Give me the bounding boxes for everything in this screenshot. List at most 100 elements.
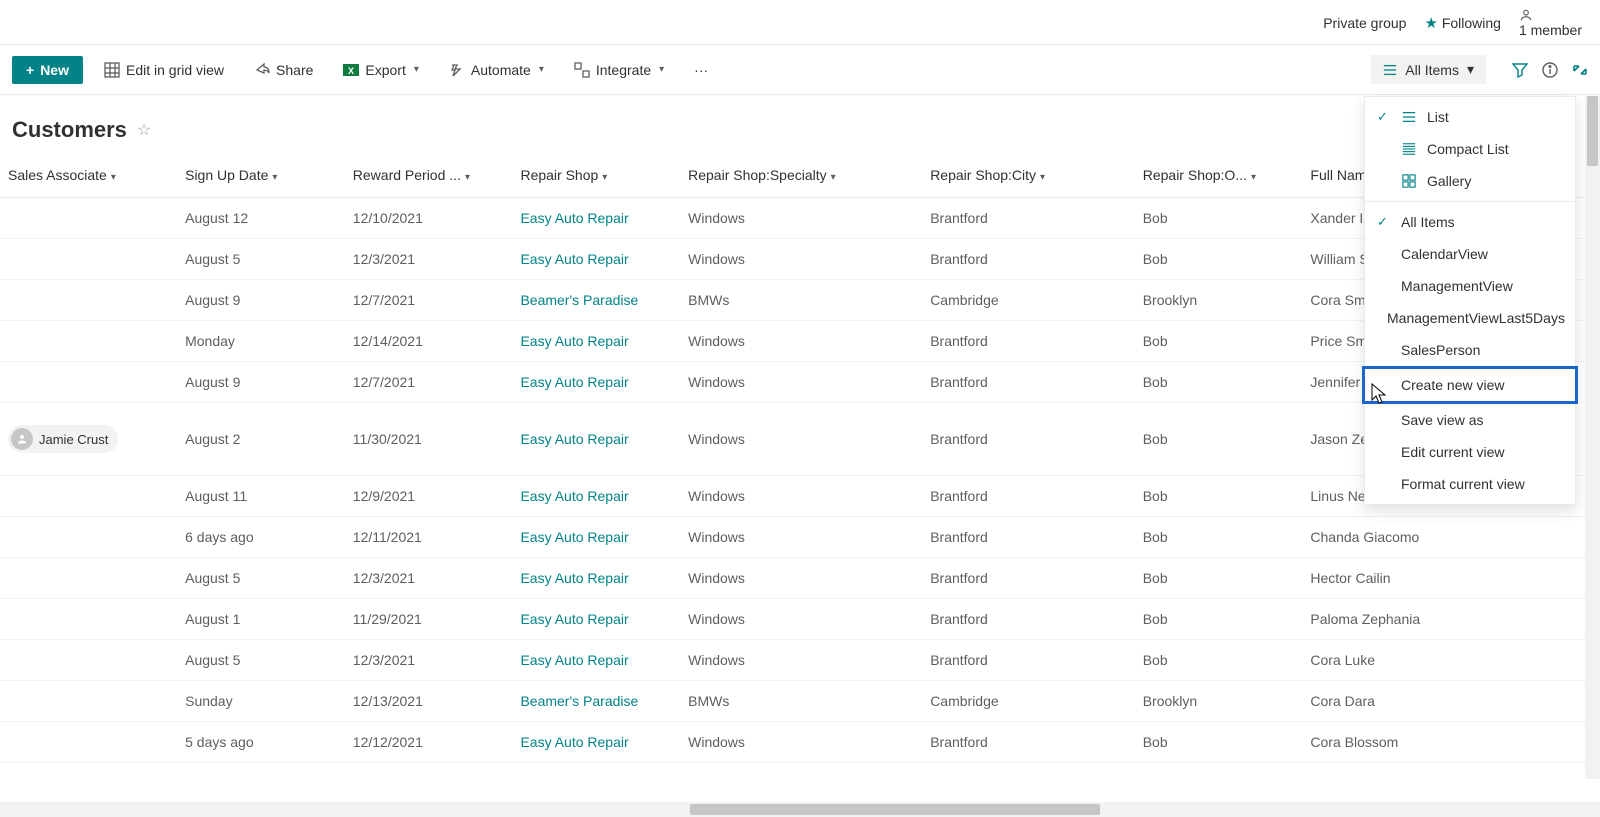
cell-reward: 11/29/2021	[345, 599, 513, 640]
cell-reward: 12/9/2021	[345, 476, 513, 517]
command-bar: + New Edit in grid view Share X Export ▾…	[0, 45, 1600, 95]
cell-sales-associate	[0, 198, 177, 239]
cell-sales-associate	[0, 517, 177, 558]
cell-sign-up: Monday	[177, 321, 345, 362]
cell-full-name: Chanda Giacomo	[1302, 517, 1470, 558]
view-selector[interactable]: All Items ▾	[1371, 55, 1486, 84]
scrollbar-thumb[interactable]	[1587, 96, 1598, 166]
view-option-list[interactable]: ✓ List	[1365, 101, 1575, 133]
automate-button[interactable]: Automate ▾	[440, 56, 553, 84]
new-button[interactable]: + New	[12, 56, 83, 84]
svg-text:X: X	[348, 66, 354, 76]
col-reward[interactable]: Reward Period ...▾	[345, 157, 513, 198]
cell-reward: 12/7/2021	[345, 362, 513, 403]
members-button[interactable]: 1 member	[1519, 8, 1582, 38]
export-button[interactable]: X Export ▾	[334, 56, 428, 84]
info-button[interactable]	[1542, 62, 1558, 78]
chevron-down-icon: ▾	[465, 172, 470, 183]
cell-city: Brantford	[922, 321, 1135, 362]
col-sign-up[interactable]: Sign Up Date▾	[177, 157, 345, 198]
cell-sales-associate	[0, 681, 177, 722]
cell-specialty: Windows	[680, 239, 922, 280]
cell-shop: Easy Auto Repair	[512, 239, 680, 280]
view-label: All Items	[1401, 214, 1455, 230]
cell-sales-associate	[0, 722, 177, 763]
page-title: Customers	[12, 117, 127, 143]
format-current-view[interactable]: Format current view	[1365, 468, 1575, 500]
cell-specialty: Windows	[680, 640, 922, 681]
cell-sign-up: August 12	[177, 198, 345, 239]
gallery-icon	[1401, 174, 1417, 188]
privacy-label: Private group	[1323, 15, 1406, 31]
cell-sales-associate	[0, 476, 177, 517]
expand-button[interactable]	[1572, 62, 1588, 78]
cell-full-name: Hector Cailin	[1302, 558, 1470, 599]
chevron-down-icon: ▾	[659, 64, 664, 75]
table-row[interactable]: August 1112/9/2021Easy Auto RepairWindow…	[0, 476, 1600, 517]
cell-reward: 12/11/2021	[345, 517, 513, 558]
check-icon: ✓	[1377, 109, 1391, 125]
filter-button[interactable]	[1512, 62, 1528, 78]
cell-sign-up: August 2	[177, 403, 345, 476]
vertical-scrollbar[interactable]	[1585, 96, 1600, 779]
chevron-down-icon: ▾	[539, 64, 544, 75]
create-new-view[interactable]: Create new view	[1362, 366, 1578, 404]
cell-shop: Easy Auto Repair	[512, 640, 680, 681]
edit-current-view[interactable]: Edit current view	[1365, 436, 1575, 468]
cell-owner: Bob	[1135, 722, 1303, 763]
list-lines-icon	[1383, 63, 1397, 77]
horizontal-scrollbar[interactable]	[0, 802, 1600, 817]
integrate-button[interactable]: Integrate ▾	[565, 56, 673, 84]
table-row[interactable]: August 912/7/2021Easy Auto RepairWindows…	[0, 362, 1600, 403]
cell-sign-up: 6 days ago	[177, 517, 345, 558]
cell-full-name: Cora Luke	[1302, 640, 1470, 681]
cell-sign-up: August 5	[177, 558, 345, 599]
view-salesperson[interactable]: SalesPerson	[1365, 334, 1575, 366]
table-row[interactable]: August 512/3/2021Easy Auto RepairWindows…	[0, 640, 1600, 681]
view-dropdown-menu: ✓ List Compact List Gallery ✓ All Items …	[1364, 96, 1576, 505]
compact-list-icon	[1401, 142, 1417, 156]
cell-shop: Beamer's Paradise	[512, 280, 680, 321]
view-management-5days[interactable]: ManagementViewLast5Days	[1365, 302, 1575, 334]
cell-full-name: Paloma Zephania	[1302, 599, 1470, 640]
view-option-compact[interactable]: Compact List	[1365, 133, 1575, 165]
table-row[interactable]: August 1212/10/2021Easy Auto RepairWindo…	[0, 198, 1600, 239]
following-button[interactable]: ★ Following	[1424, 14, 1500, 32]
table-row[interactable]: Monday12/14/2021Easy Auto RepairWindowsB…	[0, 321, 1600, 362]
cell-owner: Bob	[1135, 599, 1303, 640]
view-management[interactable]: ManagementView	[1365, 270, 1575, 302]
table-row[interactable]: August 111/29/2021Easy Auto RepairWindow…	[0, 599, 1600, 640]
col-owner[interactable]: Repair Shop:O...▾	[1135, 157, 1303, 198]
col-specialty[interactable]: Repair Shop:Specialty▾	[680, 157, 922, 198]
cell-owner: Brooklyn	[1135, 681, 1303, 722]
table-row[interactable]: Jamie CrustAugust 211/30/2021Easy Auto R…	[0, 403, 1600, 476]
edit-grid-button[interactable]: Edit in grid view	[95, 56, 233, 84]
table-row[interactable]: August 512/3/2021Easy Auto RepairWindows…	[0, 239, 1600, 280]
cell-sales-associate	[0, 640, 177, 681]
table-row[interactable]: Sunday12/13/2021Beamer's ParadiseBMWsCam…	[0, 681, 1600, 722]
table-row[interactable]: August 512/3/2021Easy Auto RepairWindows…	[0, 558, 1600, 599]
cell-shop: Easy Auto Repair	[512, 198, 680, 239]
table-row[interactable]: August 912/7/2021Beamer's ParadiseBMWsCa…	[0, 280, 1600, 321]
cell-sales-associate	[0, 362, 177, 403]
cell-sign-up: Sunday	[177, 681, 345, 722]
view-calendar[interactable]: CalendarView	[1365, 238, 1575, 270]
table-row[interactable]: 6 days ago12/11/2021Easy Auto RepairWind…	[0, 517, 1600, 558]
table-row[interactable]: 5 days ago12/12/2021Easy Auto RepairWind…	[0, 722, 1600, 763]
view-all-items[interactable]: ✓ All Items	[1365, 206, 1575, 238]
cell-owner: Bob	[1135, 640, 1303, 681]
cell-shop: Easy Auto Repair	[512, 476, 680, 517]
person-chip[interactable]: Jamie Crust	[8, 425, 118, 453]
view-option-gallery[interactable]: Gallery	[1365, 165, 1575, 197]
share-button[interactable]: Share	[245, 56, 322, 84]
save-view-as[interactable]: Save view as	[1365, 404, 1575, 436]
scrollbar-thumb[interactable]	[690, 804, 1100, 815]
col-city[interactable]: Repair Shop:City▾	[922, 157, 1135, 198]
favorite-star-icon[interactable]: ☆	[137, 120, 151, 140]
cell-owner: Bob	[1135, 321, 1303, 362]
col-repair-shop[interactable]: Repair Shop▾	[512, 157, 680, 198]
edit-grid-label: Edit in grid view	[126, 62, 224, 78]
more-button[interactable]: ···	[685, 56, 717, 84]
cell-owner: Bob	[1135, 239, 1303, 280]
col-sales-associate[interactable]: Sales Associate▾	[0, 157, 177, 198]
